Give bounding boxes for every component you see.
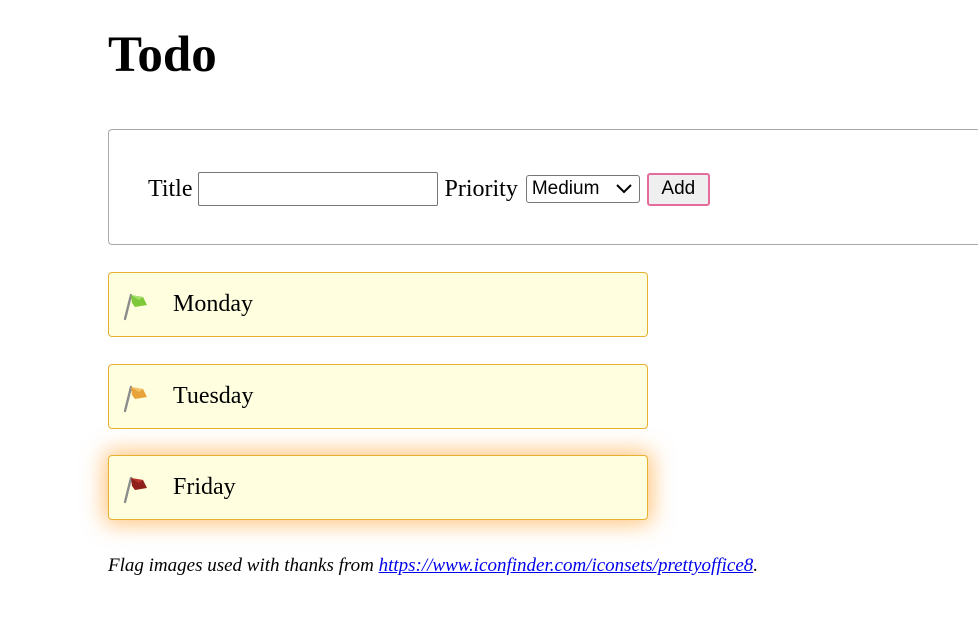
priority-selected-value: Medium [531,178,600,199]
todo-label: Tuesday [173,383,254,409]
add-todo-form: Title Priority Medium Add [108,129,978,245]
red-flag-icon [123,476,147,504]
chevron-down-icon [616,184,632,194]
credit-note: Flag images used with thanks from https:… [108,555,758,577]
todo-label: Monday [173,291,253,317]
todo-label: Friday [173,474,236,500]
credit-prefix: Flag images used with thanks from [108,555,379,576]
title-label: Title [148,175,193,202]
credit-suffix: . [753,555,759,576]
todo-item-high-priority[interactable]: Friday [108,455,648,520]
add-button[interactable]: Add [646,172,710,206]
orange-flag-icon [123,385,147,413]
priority-label: Priority [444,175,518,202]
todo-item[interactable]: Tuesday [108,364,648,429]
iconfinder-link[interactable]: https://www.iconfinder.com/iconsets/pret… [379,555,754,576]
page-title: Todo [108,27,217,83]
title-input[interactable] [198,172,439,206]
green-flag-icon [123,293,147,321]
todo-item[interactable]: Monday [108,272,648,337]
form-row: Title Priority Medium Add [148,172,710,206]
priority-select[interactable]: Medium [525,175,640,203]
todo-page: Todo Title Priority Medium Add Monday Tu… [0,0,978,624]
